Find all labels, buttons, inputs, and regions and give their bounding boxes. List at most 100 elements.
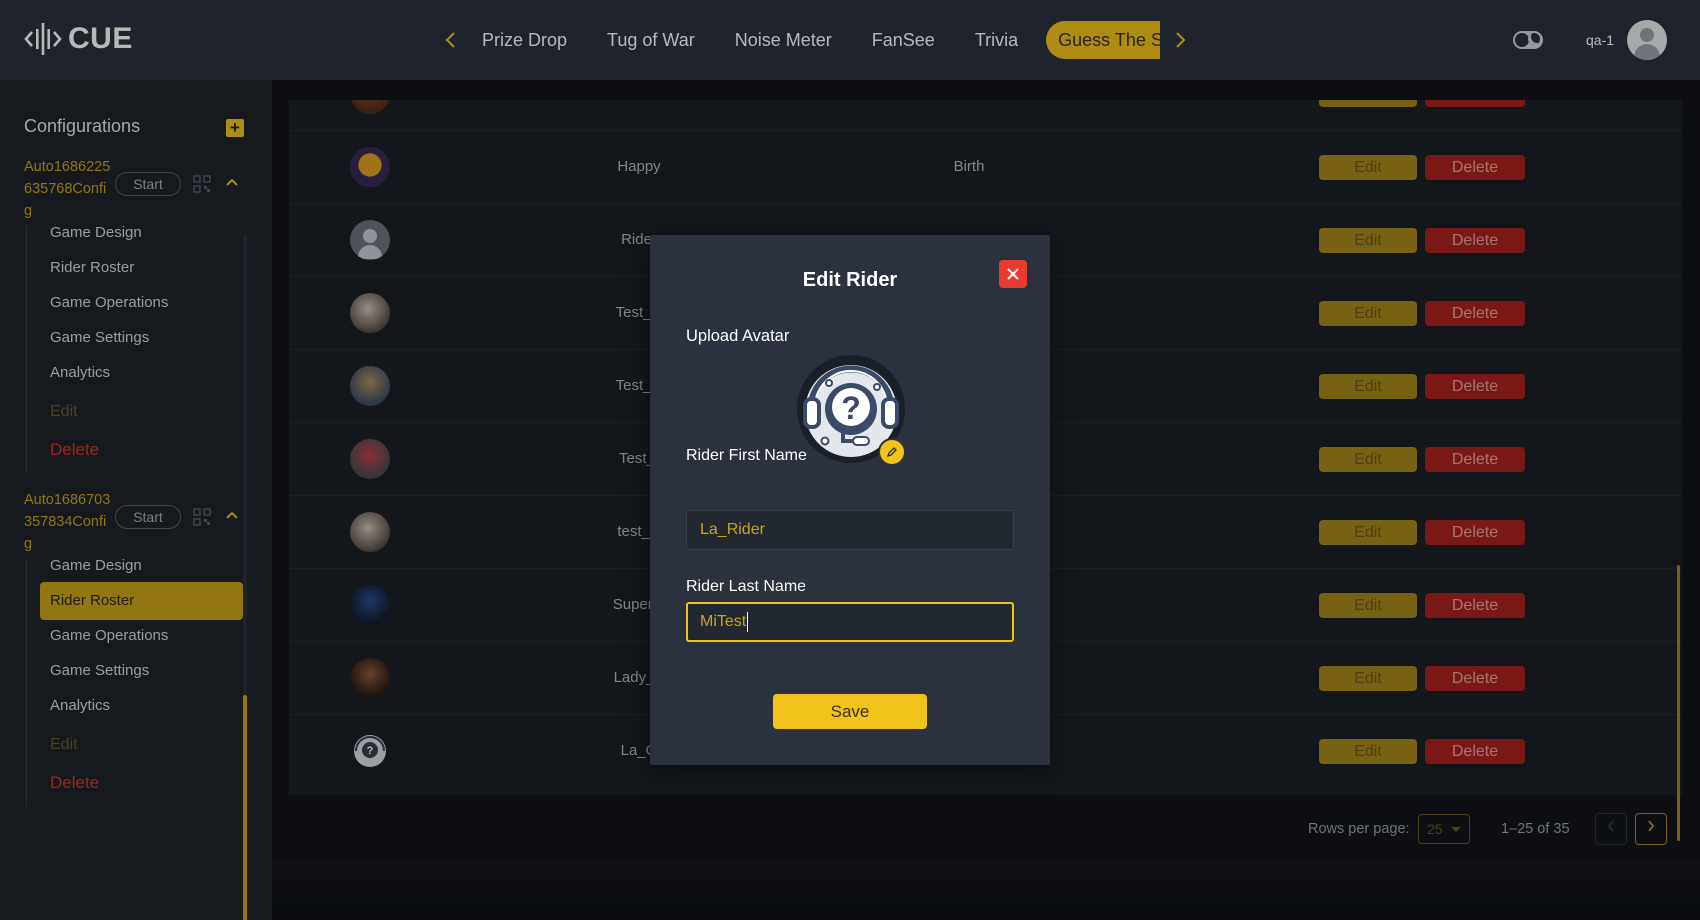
avatar-head	[1640, 28, 1654, 42]
moon-icon	[1528, 33, 1540, 45]
edit-button[interactable]: Edit	[1319, 593, 1417, 618]
app-logo[interactable]: CUE	[24, 20, 133, 58]
delete-button[interactable]: Delete	[1425, 447, 1525, 472]
tab-noise-meter[interactable]: Noise Meter	[715, 21, 852, 59]
placeholder-avatar-icon: ?	[354, 735, 386, 767]
add-config-button[interactable]: +	[226, 119, 244, 137]
tab-guess-the-score[interactable]: Guess The Score	[1046, 21, 1160, 59]
save-button[interactable]: Save	[773, 694, 927, 729]
edit-button[interactable]: Edit	[1319, 301, 1417, 326]
nav-next-arrow[interactable]	[1169, 28, 1193, 52]
logo-icon	[24, 23, 62, 55]
qr-code-icon[interactable]	[193, 175, 211, 193]
user-name: qa-1	[1586, 32, 1615, 48]
edit-button[interactable]: Edit	[1319, 228, 1417, 253]
pagination: Rows per page: 25 1–25 of 35	[272, 800, 1682, 860]
sidebar-item-edit[interactable]: Edit	[40, 393, 243, 431]
sidebar-item-rider-roster[interactable]: Rider Roster	[40, 582, 243, 620]
rider-avatar	[350, 147, 390, 187]
theme-toggle[interactable]	[1513, 31, 1543, 49]
prev-page-button[interactable]	[1595, 813, 1627, 845]
chevron-left-icon	[1607, 820, 1614, 832]
text-cursor	[747, 611, 749, 632]
edit-button[interactable]: Edit	[1319, 447, 1417, 472]
sidebar-item-analytics[interactable]: Analytics	[40, 354, 243, 392]
rider-first-name: Happy	[617, 158, 661, 175]
start-button[interactable]: Start	[115, 172, 181, 196]
sidebar-item-analytics[interactable]: Analytics	[40, 687, 243, 725]
edit-button[interactable]: Edit	[1319, 739, 1417, 764]
close-icon	[1007, 268, 1019, 280]
delete-button[interactable]: Delete	[1425, 374, 1525, 399]
chevron-right-icon	[1176, 32, 1186, 48]
delete-button[interactable]: Delete	[1425, 155, 1525, 180]
chevron-up-icon[interactable]	[224, 507, 240, 523]
scrollbar-thumb[interactable]	[243, 695, 247, 920]
last-name-value: MiTest	[700, 613, 747, 630]
sidebar-item-game-settings[interactable]: Game Settings	[40, 652, 243, 690]
sidebar-item-edit[interactable]: Edit	[40, 726, 243, 764]
rider-avatar	[350, 293, 390, 333]
sidebar-item-game-operations[interactable]: Game Operations	[40, 284, 243, 322]
last-name-field[interactable]: MiTest	[686, 602, 1014, 642]
user-avatar[interactable]	[1627, 20, 1667, 60]
table-row: Happy Birth Edit Delete	[289, 131, 1682, 204]
edit-rider-modal: Edit Rider Upload Avatar ? Rider First N…	[650, 235, 1050, 765]
edit-avatar-button[interactable]	[878, 438, 906, 466]
chevron-up-icon[interactable]	[224, 174, 240, 190]
upload-avatar-label: Upload Avatar	[686, 327, 790, 345]
chevron-left-icon	[445, 32, 455, 48]
chevron-right-icon	[1648, 820, 1655, 832]
tree-line	[26, 558, 27, 806]
avatar-body	[1634, 44, 1660, 60]
edit-button[interactable]: Edit	[1319, 666, 1417, 691]
first-name-field[interactable]: La_Rider	[686, 510, 1014, 550]
delete-button[interactable]: Delete	[1425, 228, 1525, 253]
config-name[interactable]: Auto1686703357834Config	[24, 489, 114, 555]
edit-button[interactable]: Edit	[1319, 155, 1417, 180]
nav-prev-arrow[interactable]	[438, 28, 462, 52]
top-bar: CUE Prize Drop Tug of War Noise Meter Fa…	[0, 0, 1700, 80]
edit-button[interactable]: Edit	[1319, 520, 1417, 545]
delete-button[interactable]: Delete	[1425, 593, 1525, 618]
game-tabs: Prize Drop Tug of War Noise Meter FanSee…	[470, 20, 1160, 60]
rider-avatar	[350, 512, 390, 552]
sidebar-item-game-operations[interactable]: Game Operations	[40, 617, 243, 655]
rider-avatar	[350, 585, 390, 625]
delete-button[interactable]: Delete	[1425, 301, 1525, 326]
tab-prize-drop[interactable]: Prize Drop	[470, 21, 587, 59]
sidebar-item-rider-roster[interactable]: Rider Roster	[40, 249, 243, 287]
tree-line	[26, 225, 27, 473]
tab-trivia[interactable]: Trivia	[955, 21, 1038, 59]
rider-avatar	[350, 439, 390, 479]
modal-title: Edit Rider	[802, 269, 898, 291]
sidebar-item-game-design[interactable]: Game Design	[40, 214, 243, 252]
config-name[interactable]: Auto1686225635768Config	[24, 156, 114, 222]
edit-button[interactable]: Edit	[1319, 374, 1417, 399]
delete-button[interactable]: Delete	[1425, 739, 1525, 764]
sidebar-item-delete[interactable]: Delete	[40, 764, 243, 802]
app-name: CUE	[68, 22, 133, 55]
sidebar-item-delete[interactable]: Delete	[40, 431, 243, 469]
sidebar: Configurations + Auto1686225635768Config…	[0, 80, 272, 920]
rider-avatar: ?	[350, 731, 390, 771]
sidebar-item-game-settings[interactable]: Game Settings	[40, 319, 243, 357]
qr-code-icon[interactable]	[193, 508, 211, 526]
rider-avatar	[350, 220, 390, 260]
close-button[interactable]	[999, 260, 1027, 288]
tab-tug-of-war[interactable]: Tug of War	[587, 21, 715, 59]
delete-button[interactable]: Delete	[1425, 100, 1525, 107]
rows-per-page-label: Rows per page:	[1308, 821, 1410, 837]
next-page-button[interactable]	[1635, 813, 1667, 845]
sidebar-scrollbar[interactable]	[243, 235, 247, 920]
tab-fansee[interactable]: FanSee	[852, 21, 955, 59]
delete-button[interactable]: Delete	[1425, 666, 1525, 691]
rider-avatar	[350, 100, 390, 114]
delete-button[interactable]: Delete	[1425, 520, 1525, 545]
start-button[interactable]: Start	[115, 505, 181, 529]
pencil-icon	[886, 447, 897, 458]
edit-button[interactable]: Edit	[1319, 100, 1417, 107]
last-name-label: Rider Last Name	[686, 578, 807, 595]
rows-per-page-select[interactable]: 25	[1418, 814, 1470, 844]
sidebar-item-game-design[interactable]: Game Design	[40, 547, 243, 585]
